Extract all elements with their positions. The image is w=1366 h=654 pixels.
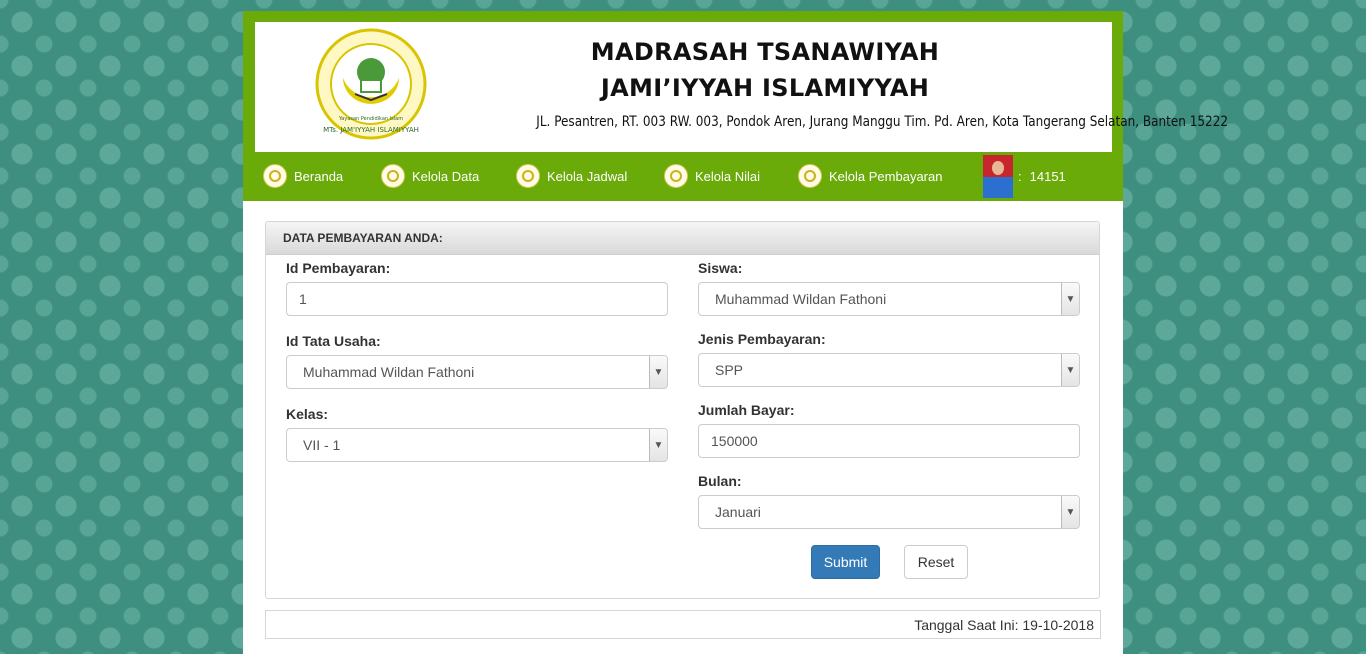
svg-text:Yayasan Pendidikan Islam: Yayasan Pendidikan Islam [338, 116, 403, 122]
jumlah-bayar-input[interactable]: 150000 [698, 424, 1080, 458]
nav-item-kelola-pembayaran[interactable]: Kelola Pembayaran [798, 163, 942, 189]
chevron-down-icon: ▼ [1061, 354, 1079, 386]
nav-item-label: Kelola Data [412, 168, 480, 184]
nav-item-kelola-nilai[interactable]: Kelola Nilai [664, 163, 760, 189]
user-avatar[interactable] [983, 155, 1013, 198]
nav-item-label: Kelola Pembayaran [829, 168, 943, 184]
chevron-down-icon: ▼ [649, 356, 667, 388]
main-navbar: Beranda Kelola Data Kelola Jadwal Kelola… [243, 152, 1123, 201]
school-logo: MTs. JAM'IYYAH ISLAMIYYAH Yayasan Pendid… [315, 28, 427, 140]
payment-panel: DATA PEMBAYARAN ANDA: [265, 221, 1100, 599]
id-pembayaran-value: 1 [299, 291, 307, 307]
siswa-select[interactable]: Muhammad Wildan Fathoni ▼ [698, 282, 1080, 316]
jumlah-bayar-label: Jumlah Bayar: [698, 402, 795, 418]
bulan-select[interactable]: Januari ▼ [698, 495, 1080, 529]
submit-button[interactable]: Submit [811, 545, 880, 579]
school-title-line1: MADRASAH TSANAWIYAH [590, 38, 940, 66]
id-pembayaran-input[interactable]: 1 [286, 282, 668, 316]
current-date: Tanggal Saat Ini: 19-10-2018 [914, 616, 1094, 633]
id-tata-usaha-label: Id Tata Usaha: [286, 333, 381, 349]
nav-item-label: Kelola Nilai [695, 168, 761, 184]
school-address: JL. Pesantren, RT. 003 RW. 003, Pondok A… [536, 114, 1229, 130]
reset-button[interactable]: Reset [904, 545, 968, 579]
id-tata-usaha-value: Muhammad Wildan Fathoni [303, 364, 475, 380]
siswa-label: Siswa: [698, 260, 743, 276]
user-id-value: 14151 [1029, 168, 1066, 184]
school-emblem-icon [381, 164, 405, 188]
jenis-pembayaran-value: SPP [715, 362, 744, 378]
panel-heading: DATA PEMBAYARAN ANDA: [266, 222, 1099, 255]
site-header: MTs. JAM'IYYAH ISLAMIYYAH Yayasan Pendid… [243, 11, 1229, 152]
nav-item-kelola-data[interactable]: Kelola Data [381, 163, 479, 189]
school-title-line2: JAMI’IYYAH ISLAMIYYAH [600, 74, 930, 102]
date-footer: Tanggal Saat Ini: 19-10-2018 [265, 610, 1101, 639]
jumlah-bayar-value: 150000 [711, 433, 758, 449]
nav-item-label: Kelola Jadwal [547, 168, 628, 184]
nav-item-kelola-jadwal[interactable]: Kelola Jadwal [516, 163, 627, 189]
user-id-label: : 14151 [1018, 163, 1066, 189]
user-separator: : [1018, 168, 1022, 184]
jenis-pembayaran-select[interactable]: SPP ▼ [698, 353, 1080, 387]
nav-item-label: Beranda [294, 168, 344, 184]
kelas-value: VII - 1 [303, 437, 341, 453]
school-emblem-icon [263, 164, 287, 188]
kelas-select[interactable]: VII - 1 ▼ [286, 428, 668, 462]
kelas-label: Kelas: [286, 406, 329, 422]
page-container: MTs. JAM'IYYAH ISLAMIYYAH Yayasan Pendid… [243, 11, 1229, 654]
id-tata-usaha-select[interactable]: Muhammad Wildan Fathoni ▼ [286, 355, 668, 389]
header-banner: MTs. JAM'IYYAH ISLAMIYYAH Yayasan Pendid… [255, 22, 1229, 152]
school-emblem-icon [516, 164, 540, 188]
siswa-value: Muhammad Wildan Fathoni [715, 291, 887, 307]
nav-item-beranda[interactable]: Beranda [263, 163, 343, 189]
chevron-down-icon: ▼ [649, 429, 667, 461]
bulan-label: Bulan: [698, 473, 742, 489]
school-emblem-icon [664, 164, 688, 188]
chevron-down-icon: ▼ [1061, 496, 1079, 528]
svg-text:MTs. JAM'IYYAH ISLAMIYYAH: MTs. JAM'IYYAH ISLAMIYYAH [323, 126, 419, 134]
school-emblem-icon [798, 164, 822, 188]
bulan-value: Januari [715, 504, 761, 520]
jenis-pembayaran-label: Jenis Pembayaran: [698, 331, 826, 347]
chevron-down-icon: ▼ [1061, 283, 1079, 315]
id-pembayaran-label: Id Pembayaran: [286, 260, 391, 276]
